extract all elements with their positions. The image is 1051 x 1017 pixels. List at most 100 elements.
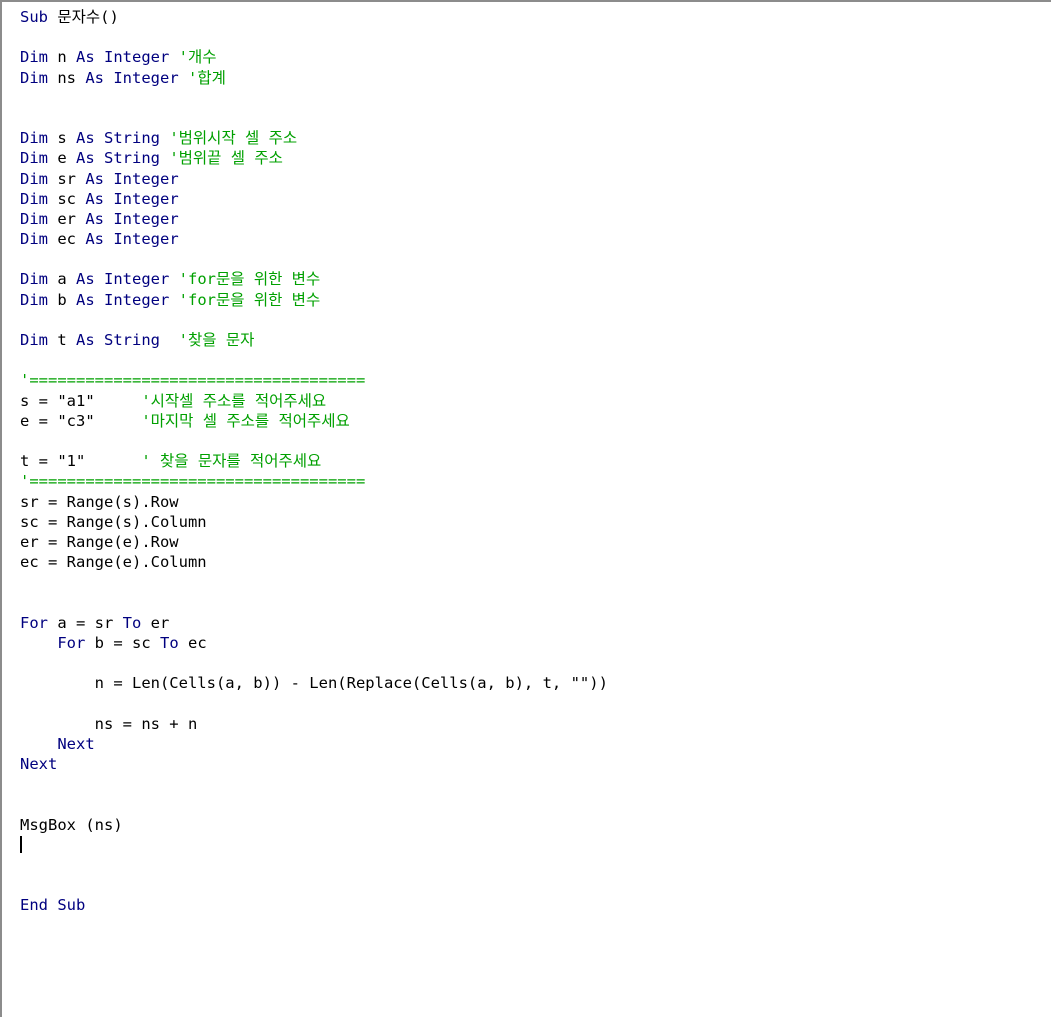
code-line[interactable]: For b = sc To ec xyxy=(20,633,1051,653)
code-line[interactable] xyxy=(20,572,1051,592)
code-text: a = sr xyxy=(57,613,123,632)
code-line[interactable] xyxy=(20,88,1051,108)
code-keyword: As Integer xyxy=(76,290,179,309)
code-text: n = Len(Cells(a, b)) - Len(Replace(Cells… xyxy=(20,674,608,693)
code-line[interactable] xyxy=(20,855,1051,875)
code-keyword: Dim xyxy=(20,290,58,309)
text-cursor xyxy=(20,835,22,853)
code-line[interactable]: sc = Range(s).Column xyxy=(20,512,1051,532)
code-keyword: As Integer xyxy=(76,270,179,289)
code-line[interactable]: t = "1" ' 찾을 문자를 적어주세요 xyxy=(20,451,1051,471)
code-keyword: Sub xyxy=(20,8,58,26)
code-text: sr xyxy=(57,169,86,188)
code-editor[interactable]: Sub 문자수() Dim n As Integer '개수 Dim ns As … xyxy=(0,0,1051,1017)
code-line[interactable] xyxy=(20,835,1051,855)
code-keyword: Dim xyxy=(20,331,58,349)
code-text: e xyxy=(57,149,76,168)
code-keyword: As String xyxy=(76,129,170,148)
code-keyword: As Integer xyxy=(85,230,179,249)
code-line[interactable]: ec = Range(e).Column xyxy=(20,552,1051,572)
code-keyword: Dim xyxy=(20,68,58,87)
code-text: 문자수() xyxy=(57,8,119,26)
code-line[interactable]: Dim er As Integer xyxy=(20,209,1051,229)
code-keyword: As Integer xyxy=(85,68,188,87)
code-line[interactable]: Dim n As Integer '개수 xyxy=(20,47,1051,67)
code-line[interactable]: '==================================== xyxy=(20,471,1051,491)
code-keyword: To xyxy=(122,613,151,632)
code-text: t xyxy=(57,331,76,349)
code-line[interactable] xyxy=(20,350,1051,370)
code-line[interactable]: Dim t As String '찾을 문자 xyxy=(20,330,1051,350)
code-line[interactable]: Next xyxy=(20,734,1051,754)
code-text: er = Range(e).Row xyxy=(20,532,179,551)
code-comment: '범위시작 셀 주소 xyxy=(169,129,298,148)
code-line[interactable]: For a = sr To er xyxy=(20,613,1051,633)
code-text: sc = Range(s).Column xyxy=(20,512,207,531)
code-line[interactable]: ns = ns + n xyxy=(20,714,1051,734)
code-line[interactable]: Sub 문자수() xyxy=(20,7,1051,27)
code-line[interactable]: Dim ec As Integer xyxy=(20,229,1051,249)
code-keyword: As Integer xyxy=(85,169,179,188)
code-keyword: Dim xyxy=(20,169,58,188)
code-line[interactable]: Next xyxy=(20,754,1051,774)
code-text: sr = Range(s).Row xyxy=(20,492,179,511)
code-text: sc xyxy=(57,189,86,208)
code-line[interactable]: sr = Range(s).Row xyxy=(20,492,1051,512)
code-keyword: Dim xyxy=(20,149,58,168)
code-keyword: Dim xyxy=(20,189,58,208)
code-line[interactable] xyxy=(20,794,1051,814)
code-line[interactable] xyxy=(20,27,1051,47)
code-line[interactable] xyxy=(20,310,1051,330)
code-line[interactable]: e = "c3" '마지막 셀 주소를 적어주세요 xyxy=(20,411,1051,431)
code-line[interactable]: Dim e As String '범위끝 셀 주소 xyxy=(20,148,1051,168)
code-text: t = "1" xyxy=(20,452,142,471)
code-line[interactable] xyxy=(20,875,1051,895)
code-comment: '시작셀 주소를 적어주세요 xyxy=(141,391,327,410)
code-line[interactable] xyxy=(20,249,1051,269)
code-line[interactable]: Dim b As Integer 'for문을 위한 변수 xyxy=(20,290,1051,310)
code-comment: ' 찾을 문자를 적어주세요 xyxy=(141,452,322,471)
code-line[interactable]: MsgBox (ns) xyxy=(20,815,1051,835)
code-line[interactable]: End Sub xyxy=(20,895,1051,915)
code-text: MsgBox (ns) xyxy=(20,815,123,834)
code-keyword: Next xyxy=(20,754,58,773)
code-line[interactable]: Dim s As String '범위시작 셀 주소 xyxy=(20,128,1051,148)
code-line[interactable] xyxy=(20,653,1051,673)
code-text: s = "a1" xyxy=(20,391,142,410)
code-text: b = sc xyxy=(94,633,160,652)
code-text: ec xyxy=(187,633,207,652)
code-line[interactable] xyxy=(20,431,1051,451)
code-line[interactable] xyxy=(20,774,1051,794)
code-comment: '범위끝 셀 주소 xyxy=(169,149,283,168)
code-keyword: Dim xyxy=(20,230,58,249)
code-comment: '마지막 셀 주소를 적어주세요 xyxy=(141,411,350,430)
code-comment: '합계 xyxy=(187,68,226,87)
code-keyword: Dim xyxy=(20,129,58,148)
code-line[interactable]: er = Range(e).Row xyxy=(20,532,1051,552)
code-keyword: As String xyxy=(76,149,170,168)
code-line[interactable]: '==================================== xyxy=(20,370,1051,390)
code-keyword: For xyxy=(57,633,95,652)
code-text: er xyxy=(57,209,86,228)
code-line[interactable]: Dim sc As Integer xyxy=(20,189,1051,209)
code-keyword: Dim xyxy=(20,48,58,67)
code-area[interactable]: Sub 문자수() Dim n As Integer '개수 Dim ns As … xyxy=(20,7,1051,915)
code-line[interactable]: Dim sr As Integer xyxy=(20,169,1051,189)
code-comment: 'for문을 위한 변수 xyxy=(178,270,321,289)
code-comment: '==================================== xyxy=(20,472,366,491)
code-text: ns xyxy=(57,68,86,87)
code-text: ns = ns + n xyxy=(20,714,198,733)
code-line[interactable]: Dim a As Integer 'for문을 위한 변수 xyxy=(20,269,1051,289)
code-line[interactable] xyxy=(20,592,1051,612)
code-keyword: For xyxy=(20,613,58,632)
code-line[interactable]: s = "a1" '시작셀 주소를 적어주세요 xyxy=(20,391,1051,411)
code-line[interactable] xyxy=(20,693,1051,713)
code-comment: 'for문을 위한 변수 xyxy=(178,290,321,309)
code-text: er xyxy=(150,613,170,632)
code-line[interactable]: Dim ns As Integer '합계 xyxy=(20,68,1051,88)
code-line[interactable]: n = Len(Cells(a, b)) - Len(Replace(Cells… xyxy=(20,673,1051,693)
code-line[interactable] xyxy=(20,108,1051,128)
code-keyword: Next xyxy=(57,734,95,753)
code-text: n xyxy=(57,48,76,67)
